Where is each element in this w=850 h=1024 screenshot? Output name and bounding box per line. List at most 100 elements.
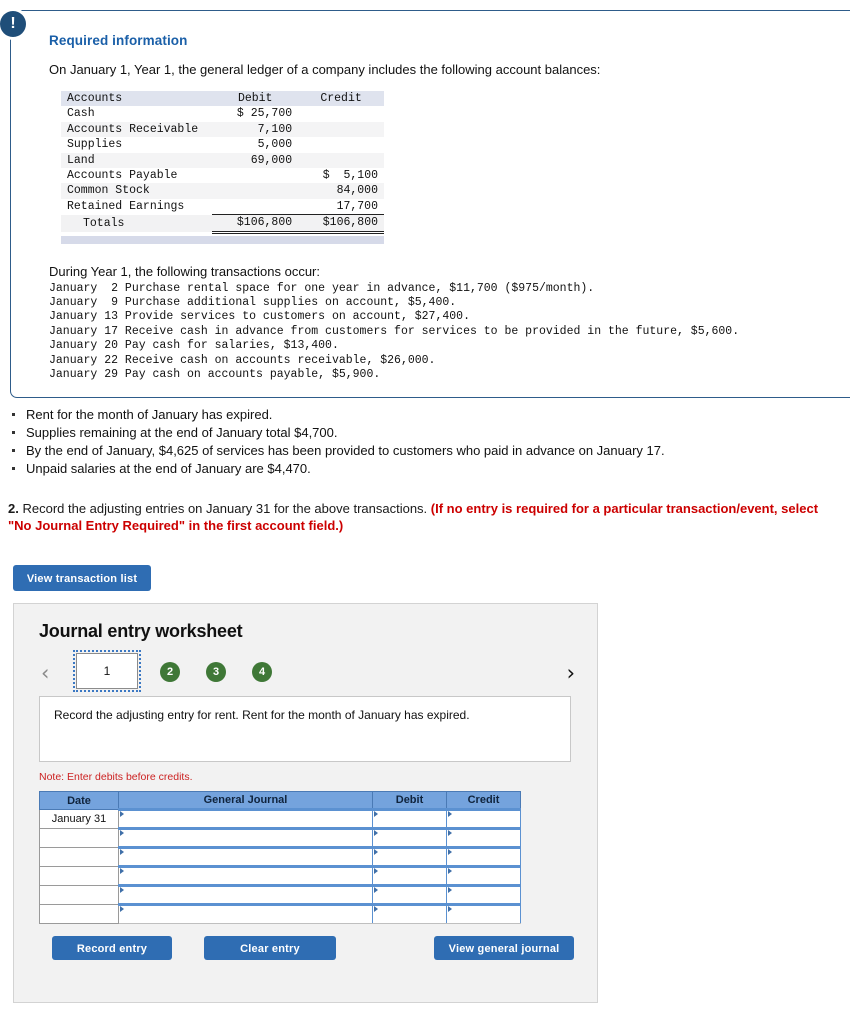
transaction-line: January 20 Pay cash for salaries, $13,40…: [49, 339, 339, 353]
table-header-row: Accounts Debit Credit: [61, 91, 384, 107]
list-item: By the end of January, $4,625 of service…: [8, 442, 808, 459]
credit-input[interactable]: [446, 903, 521, 924]
column-header-general-journal: General Journal: [118, 791, 373, 810]
cell-account: Cash: [67, 107, 95, 121]
cell-account: Retained Earnings: [67, 200, 185, 214]
date-input[interactable]: [39, 885, 119, 905]
clear-entry-button[interactable]: Clear entry: [204, 936, 336, 960]
table-row: [39, 884, 521, 905]
pager-tab-1[interactable]: 1: [73, 650, 141, 692]
table-row: Accounts Receivable 7,100: [61, 121, 384, 138]
account-select[interactable]: [118, 827, 373, 848]
cell-totals-label: Totals: [61, 214, 213, 233]
account-select[interactable]: [118, 884, 373, 905]
table-row: [39, 846, 521, 867]
pager-dot-4[interactable]: 4: [252, 662, 272, 682]
table-row: Common Stock 84,000: [61, 183, 384, 199]
chevron-left-icon[interactable]: ‹: [41, 656, 49, 690]
chevron-right-icon[interactable]: ›: [567, 656, 575, 690]
cell-account: Common Stock: [67, 184, 150, 198]
transaction-line: January 9 Purchase additional supplies o…: [49, 296, 457, 310]
cell-credit: [298, 122, 384, 137]
worksheet-title: Journal entry worksheet: [39, 621, 243, 641]
cell-debit: 5,000: [257, 138, 293, 152]
pager-dot-3[interactable]: 3: [206, 662, 226, 682]
account-select[interactable]: [118, 903, 373, 924]
table-row: [39, 903, 521, 924]
worksheet-footer: Record entry Clear entry View general jo…: [14, 936, 597, 964]
record-entry-button[interactable]: Record entry: [52, 936, 172, 960]
date-input[interactable]: [39, 866, 119, 886]
question-prompt: 2. Record the adjusting entries on Janua…: [8, 500, 838, 534]
table-row: Land 69,000: [61, 152, 384, 169]
list-item: Rent for the month of January has expire…: [8, 406, 808, 423]
table-row: [39, 865, 521, 886]
table-footer-bar: [61, 235, 384, 244]
journal-header-row: Date General Journal Debit Credit: [39, 791, 521, 810]
cell-debit: 7,100: [257, 122, 293, 136]
journal-entry-table: Date General Journal Debit Credit Januar…: [39, 791, 521, 924]
date-input[interactable]: [39, 904, 119, 924]
cell-credit: [298, 137, 384, 152]
debit-input[interactable]: [372, 865, 447, 886]
debit-input[interactable]: [372, 903, 447, 924]
date-input[interactable]: [39, 828, 119, 848]
debit-input[interactable]: [372, 808, 447, 829]
cell-credit: 17,700: [336, 199, 378, 213]
cell-credit: [298, 153, 384, 168]
column-header-accounts: Accounts: [61, 91, 213, 107]
required-information-title: Required information: [49, 33, 188, 48]
worksheet-prompt: Record the adjusting entry for rent. Ren…: [39, 696, 571, 762]
account-select[interactable]: [118, 808, 373, 829]
transaction-line: January 2 Purchase rental space for one …: [49, 281, 595, 295]
transaction-line: January 22 Receive cash on accounts rece…: [49, 353, 436, 367]
view-transaction-list-button[interactable]: View transaction list: [13, 565, 151, 591]
cell-account: Supplies: [67, 138, 123, 152]
credit-input[interactable]: [446, 846, 521, 867]
page-root: ! Required information On January 1, Yea…: [0, 0, 850, 1024]
credit-input[interactable]: [446, 865, 521, 886]
cell-debit: [212, 183, 298, 198]
trial-balance-body: Cash $ 25,700 Accounts Receivable 7,100 …: [61, 106, 384, 234]
question-number: 2.: [8, 501, 19, 516]
date-input[interactable]: January 31: [39, 809, 119, 829]
list-item: Supplies remaining at the end of January…: [8, 424, 808, 441]
view-general-journal-button[interactable]: View general journal: [434, 936, 574, 960]
worksheet-pager: ‹ 1 2 3 4 ›: [14, 650, 597, 692]
table-row: Supplies 5,000: [61, 137, 384, 153]
cell-totals-credit: $106,800: [298, 214, 384, 234]
date-input[interactable]: [39, 847, 119, 867]
transaction-line: January 29 Pay cash on accounts payable,…: [49, 368, 381, 382]
table-row: Cash $ 25,700: [61, 106, 384, 122]
cell-debit: 69,000: [250, 153, 293, 167]
account-select[interactable]: [118, 865, 373, 886]
column-header-debit: Debit: [372, 791, 447, 810]
column-header-debit: Debit: [212, 91, 299, 107]
transaction-line: January 13 Provide services to customers…: [49, 310, 470, 324]
table-row: January 31: [39, 808, 521, 829]
credit-input[interactable]: [446, 884, 521, 905]
table-row-totals: Totals $106,800 $106,800: [61, 214, 384, 234]
question-text: Record the adjusting entries on January …: [22, 501, 428, 516]
cell-credit: $ 5,100: [322, 169, 378, 183]
cell-totals-debit: $106,800: [212, 214, 299, 234]
credit-input[interactable]: [446, 808, 521, 829]
cell-debit: $ 25,700: [236, 107, 293, 121]
cell-credit: [298, 106, 384, 121]
table-row: Accounts Payable $ 5,100: [61, 168, 384, 184]
cell-credit: 84,000: [336, 184, 378, 198]
cell-account: Accounts Receivable: [67, 122, 199, 136]
column-header-credit: Credit: [298, 91, 384, 107]
worksheet-note: Note: Enter debits before credits.: [39, 771, 193, 783]
table-row: [39, 827, 521, 848]
debit-input[interactable]: [372, 827, 447, 848]
debit-input[interactable]: [372, 884, 447, 905]
credit-input[interactable]: [446, 827, 521, 848]
cell-debit: [212, 199, 298, 215]
transactions-list: January 2 Purchase rental space for one …: [49, 282, 850, 383]
pager-dot-2[interactable]: 2: [160, 662, 180, 682]
transaction-line: January 17 Receive cash in advance from …: [49, 324, 740, 338]
debit-input[interactable]: [372, 846, 447, 867]
account-select[interactable]: [118, 846, 373, 867]
trial-balance-table: Accounts Debit Credit Cash $ 25,700 Acco…: [61, 91, 384, 234]
